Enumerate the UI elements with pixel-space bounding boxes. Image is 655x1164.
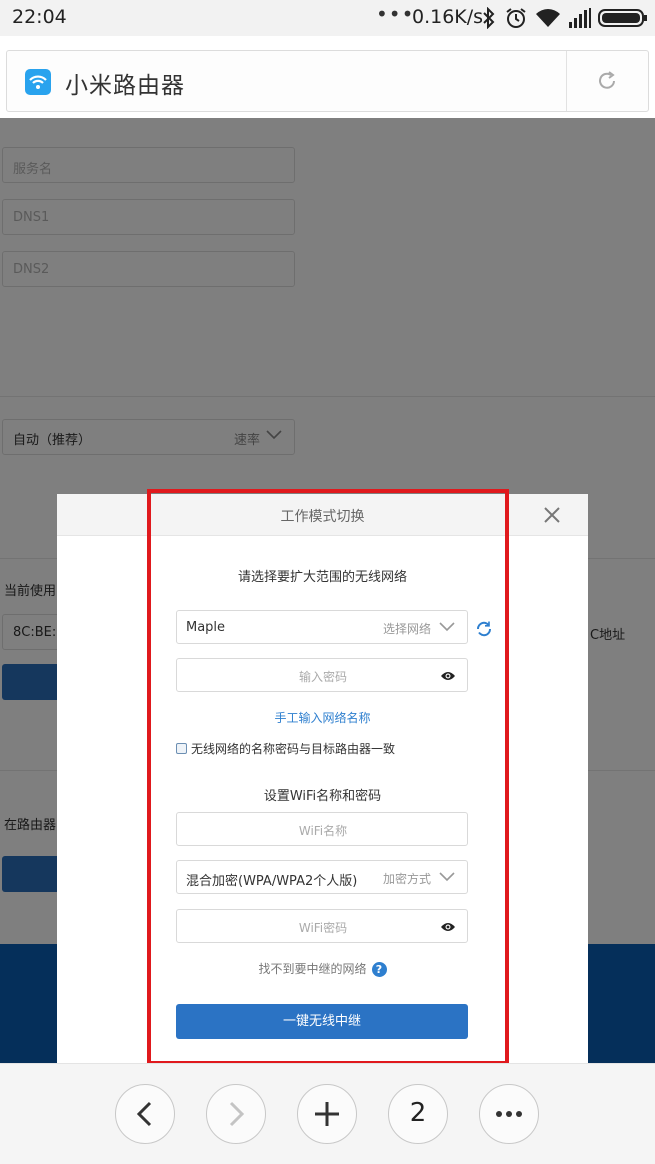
status-time: 22:04 [12, 6, 67, 28]
reload-icon[interactable] [596, 70, 618, 92]
back-button[interactable] [115, 1084, 175, 1144]
bluetooth-icon [483, 7, 495, 29]
network-speed: 0.16K/s [412, 6, 484, 28]
page-title: 小米路由器 [65, 73, 185, 99]
browser-toolbar: 2 [0, 1063, 655, 1164]
signal-icon [569, 8, 591, 28]
address-divider [566, 51, 567, 111]
battery-icon [598, 9, 647, 27]
browser-address-bar[interactable]: 小米路由器 [6, 50, 649, 112]
menu-button[interactable] [479, 1084, 539, 1144]
tab-count: 2 [409, 1098, 427, 1128]
wifi-icon [536, 9, 560, 27]
new-tab-button[interactable] [297, 1084, 357, 1144]
forward-button[interactable] [206, 1084, 266, 1144]
alarm-icon [506, 8, 526, 28]
chevron-right-icon [229, 1101, 245, 1127]
notification-dots: ••• [376, 2, 415, 26]
chevron-left-icon [136, 1101, 152, 1127]
tabs-button[interactable]: 2 [388, 1084, 448, 1144]
plus-icon [315, 1102, 339, 1126]
close-icon[interactable] [541, 504, 563, 526]
more-dots-icon [496, 1111, 522, 1117]
annotation-highlight-box [147, 489, 509, 1065]
wifi-favicon-icon [25, 69, 51, 95]
status-bar: 22:04 ••• 0.16K/s [0, 0, 655, 36]
